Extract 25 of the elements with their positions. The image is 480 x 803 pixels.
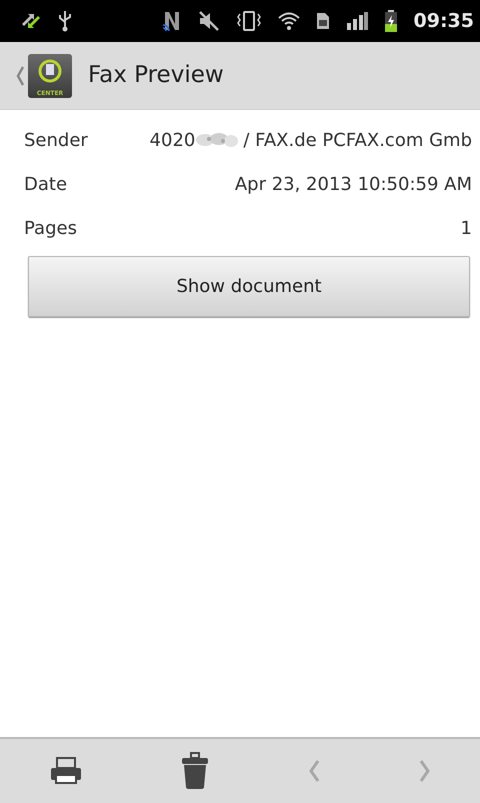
signal-icon: [346, 12, 368, 30]
nfc-icon: [162, 10, 182, 32]
sim-card-icon: [316, 12, 330, 30]
vibrate-icon: [236, 11, 262, 31]
back-caret-icon: [16, 66, 24, 86]
usb-icon: [58, 10, 72, 32]
previous-icon: [308, 759, 320, 783]
field-label: Sender: [24, 128, 88, 152]
next-icon: [418, 759, 430, 783]
clock-time: 09:35: [414, 8, 474, 34]
wifi-icon: [278, 12, 300, 30]
field-label: Date: [24, 172, 68, 196]
redaction-smudge: [196, 133, 238, 147]
field-label: Pages: [24, 216, 77, 240]
show-document-button[interactable]: Show document: [28, 256, 470, 317]
battery-charging-icon: [384, 10, 398, 32]
screen-title: Fax Preview: [88, 61, 224, 90]
sync-icon: [20, 12, 42, 30]
field-value: Apr 23, 2013 10:50:59 AM: [234, 172, 472, 196]
field-value: / FAX.de PCFAX.com Gmb: [243, 128, 472, 152]
mute-icon: [198, 11, 220, 31]
trash-icon: [180, 752, 208, 790]
field-value: 1: [460, 216, 472, 240]
print-icon: [50, 757, 82, 785]
sender-number: 4020: [150, 128, 196, 152]
